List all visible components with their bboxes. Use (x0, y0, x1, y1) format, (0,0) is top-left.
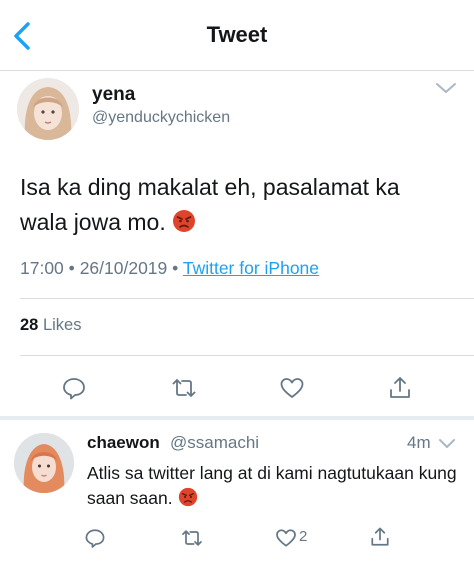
nav-bar: Tweet (0, 0, 474, 71)
tweet-time: 17:00 (20, 258, 64, 278)
reply-author-handle[interactable]: @ssamachi (170, 433, 259, 453)
page-title: Tweet (206, 22, 268, 47)
like-icon[interactable] (278, 374, 306, 402)
meta-separator: • (172, 258, 179, 278)
chevron-down-icon[interactable] (434, 80, 458, 101)
reply-text: Atlis sa twitter lang at di kami nagtutu… (87, 461, 457, 514)
divider (20, 298, 474, 299)
reply-icon[interactable] (83, 526, 107, 550)
tweet-date: 26/10/2019 (79, 258, 168, 278)
reply-text-content: Atlis sa twitter lang at di kami nagtutu… (87, 463, 457, 508)
tweet-text-content: Isa ka ding makalat eh, pasalamat ka wal… (20, 174, 400, 235)
reply-avatar[interactable] (14, 433, 74, 493)
likes-count: 28 (20, 316, 39, 334)
tweet-text: Isa ka ding makalat eh, pasalamat ka wal… (20, 170, 450, 243)
angry-face-emoji (178, 487, 198, 514)
reply-like-count: 2 (299, 528, 308, 545)
share-icon[interactable] (386, 374, 414, 402)
tweet-meta: 17:00 • 26/10/2019 • Twitter for iPhone (20, 258, 319, 279)
angry-face-emoji (172, 208, 196, 243)
author-name[interactable]: yena (92, 84, 135, 106)
chevron-down-icon[interactable] (437, 437, 457, 456)
tweet-source-link[interactable]: Twitter for iPhone (183, 258, 319, 278)
section-separator (0, 416, 474, 420)
likes-stat[interactable]: 28 Likes (20, 316, 81, 335)
share-icon[interactable] (368, 525, 392, 549)
retweet-icon[interactable] (170, 374, 198, 402)
likes-label: Likes (42, 316, 82, 334)
author-handle[interactable]: @yenduckychicken (92, 109, 230, 127)
avatar[interactable] (17, 78, 79, 140)
reply-time: 4m (407, 433, 431, 452)
meta-separator: • (68, 258, 75, 278)
like-icon[interactable] (274, 526, 298, 550)
reply-icon[interactable] (60, 374, 88, 402)
retweet-icon[interactable] (180, 526, 204, 550)
reply-author-name[interactable]: chaewon (87, 433, 160, 453)
divider (20, 355, 474, 356)
